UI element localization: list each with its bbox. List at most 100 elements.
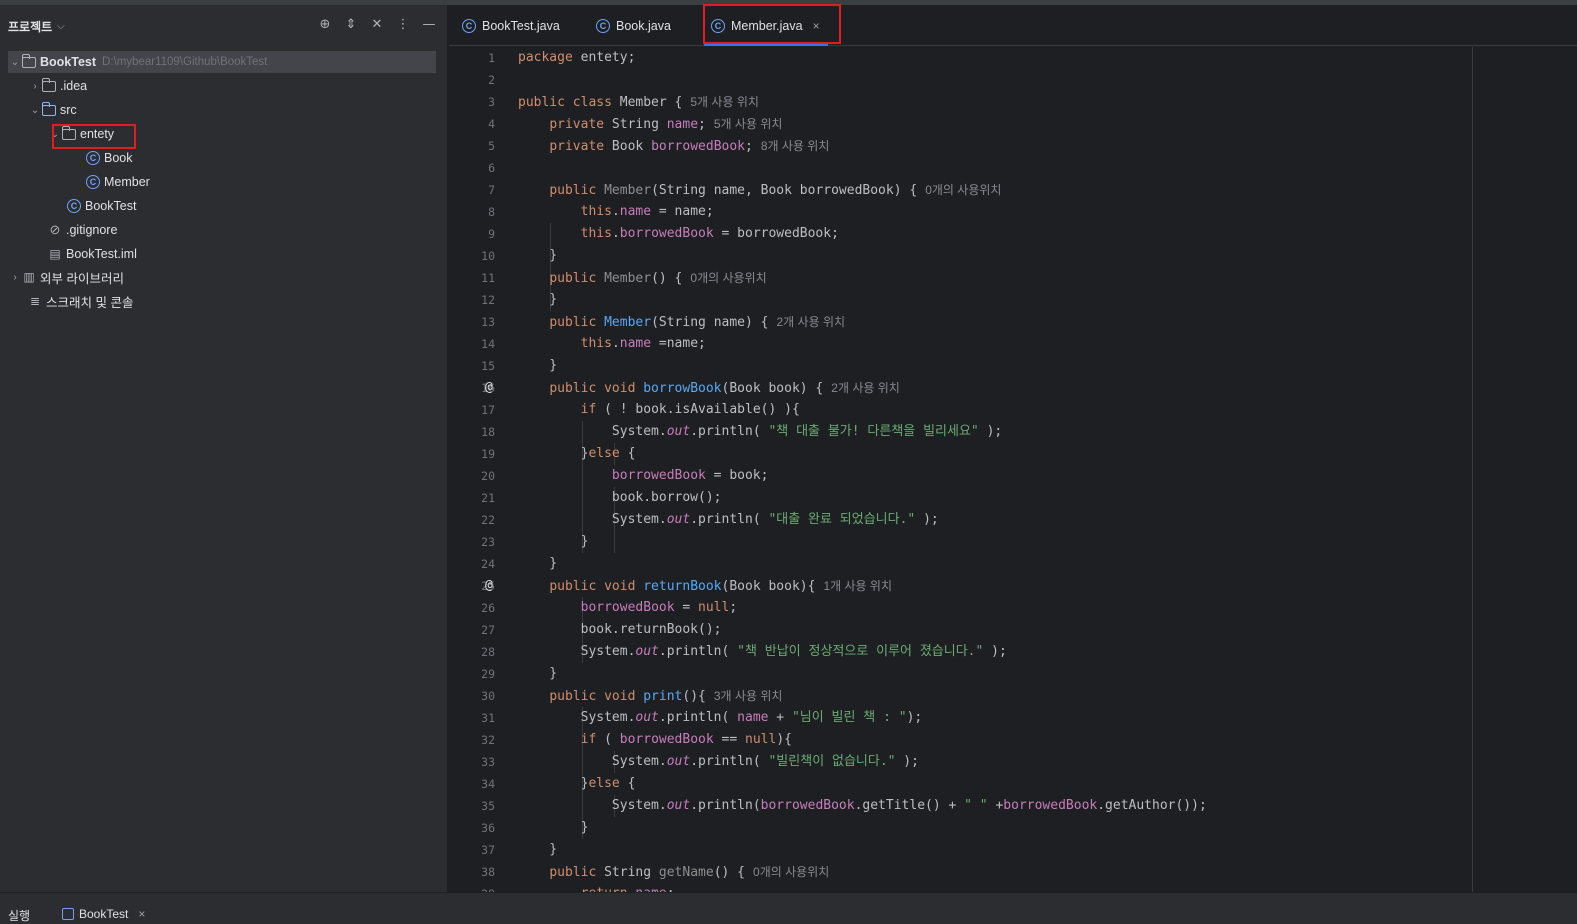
expand-icon[interactable]: ⇕ (343, 17, 359, 33)
tree-item-label: 스크래치 및 콘솔 (46, 295, 134, 310)
line-number: 15 (481, 359, 495, 373)
tree-item-booktest-class[interactable]: C BookTest (67, 195, 136, 217)
line-number: 13 (481, 315, 495, 329)
target-icon[interactable]: ⊕ (317, 17, 333, 33)
more-icon[interactable]: ⋮ (395, 17, 411, 33)
line-number: 29 (481, 667, 495, 681)
line-number: 11 (481, 271, 495, 285)
chevron-right-icon[interactable]: › (28, 81, 42, 92)
code-line: borrowedBook = null; (580, 600, 738, 615)
tree-item-idea[interactable]: › .idea (28, 75, 87, 97)
usage-hint[interactable]: 0개의 사용위치 (753, 865, 829, 879)
code-line: } (518, 358, 558, 373)
highlight-box (703, 4, 841, 44)
usage-hint[interactable]: 3개 사용 위치 (714, 689, 783, 703)
code-line: } (518, 666, 558, 681)
line-number: 37 (481, 843, 495, 857)
code-line: public void borrowBook(Book book) {2개 사용… (549, 381, 900, 396)
usage-hint[interactable]: 2개 사용 위치 (776, 315, 845, 329)
usage-hint[interactable]: 2개 사용 위치 (831, 381, 900, 395)
usage-hint[interactable]: 8개 사용 위치 (761, 139, 830, 153)
line-number: 19 (481, 447, 495, 461)
code-line: } (518, 556, 558, 571)
tree-item-book[interactable]: C Book (86, 147, 133, 169)
code-line: this.borrowedBook = borrowedBook; (580, 226, 839, 241)
usage-hint[interactable]: 5개 사용 위치 (690, 95, 759, 109)
highlight-box (52, 124, 136, 149)
tree-item-gitignore[interactable]: ⊘ .gitignore (48, 219, 118, 241)
class-icon: C (462, 18, 476, 33)
line-number: 21 (481, 491, 495, 505)
minimize-icon[interactable]: — (421, 17, 437, 33)
usage-hint[interactable]: 0개의 사용위치 (690, 271, 766, 285)
code-line: return name; (518, 883, 675, 892)
tree-item-scratches[interactable]: ≣ 스크래치 및 콘솔 (28, 290, 133, 312)
override-marker-icon[interactable]: @ (485, 377, 493, 399)
code-line: public void returnBook(Book book){1개 사용 … (549, 579, 892, 594)
class-icon: C (86, 151, 100, 165)
tree-item-label: Member (104, 175, 150, 189)
module-icon: ▤ (49, 247, 61, 261)
tab-booktest-java[interactable]: C BookTest.java (462, 5, 560, 46)
line-number: 22 (481, 513, 495, 527)
tree-item-label: .gitignore (66, 223, 118, 237)
run-tab-booktest[interactable]: BookTest × (62, 907, 145, 921)
tree-item-src[interactable]: ⌄ src (28, 99, 77, 121)
run-tab-label: BookTest (79, 907, 129, 921)
code-line: System.out.println( "빌린책이 없습니다." ); (518, 754, 919, 769)
tree-item-member[interactable]: C Member (86, 171, 150, 193)
code-line: if ( ! book.isAvailable() ){ (580, 402, 800, 417)
line-number: 38 (481, 865, 495, 879)
code-line: public void print(){3개 사용 위치 (549, 689, 783, 704)
line-number: 14 (481, 337, 495, 351)
main-class-icon: C (67, 199, 81, 213)
tab-label: Book.java (616, 18, 671, 33)
collapse-icon[interactable]: ✕ (369, 17, 385, 33)
usage-hint[interactable]: 5개 사용 위치 (714, 117, 783, 131)
line-number: 32 (481, 733, 495, 747)
code-line: package entety; (518, 50, 636, 65)
ignore-icon: ⊘ (49, 222, 61, 237)
tab-label: BookTest.java (482, 18, 560, 33)
code-editor[interactable]: package entety; public class Member {5개 … (518, 47, 1518, 892)
tab-book-java[interactable]: C Book.java (596, 5, 671, 46)
editor-area: C BookTest.java C Book.java C Member.jav… (449, 4, 1577, 901)
chevron-right-icon[interactable]: › (8, 272, 22, 283)
project-panel-title[interactable]: 프로젝트 (8, 18, 52, 35)
line-number: 35 (481, 799, 495, 813)
code-line: System.out.println(borrowedBook.getTitle… (518, 798, 1207, 813)
project-panel-toolbar: ⊕ ⇕ ✕ ⋮ — (317, 17, 437, 33)
folder-icon (21, 53, 36, 69)
code-line: public String getName() {0개의 사용위치 (549, 865, 830, 880)
tree-item-iml[interactable]: ▤ BookTest.iml (48, 243, 137, 265)
chevron-down-icon[interactable]: ⌵ (57, 21, 65, 32)
code-line: private Book borrowedBook; 8개 사용 위치 (549, 139, 830, 154)
usage-hint[interactable]: 0개의 사용위치 (925, 183, 1001, 197)
override-marker-icon[interactable]: @ (485, 575, 493, 597)
usage-hint[interactable]: 1개 사용 위치 (823, 579, 892, 593)
scratch-icon: ≣ (29, 294, 41, 308)
code-line: book.borrow(); (518, 490, 722, 505)
chevron-down-icon[interactable]: ⌄ (28, 105, 42, 116)
code-line: }else { (518, 446, 636, 461)
code-line: public class Member {5개 사용 위치 (518, 95, 759, 110)
folder-icon (41, 77, 56, 93)
line-number: 5 (488, 139, 495, 153)
class-icon: C (86, 175, 100, 189)
run-panel-title[interactable]: 실행 (8, 907, 30, 924)
code-line: public Member() {0개의 사용위치 (549, 271, 767, 286)
string-literal: "책 반납이 정상적으로 이루어 졌습니다." (737, 644, 984, 659)
line-number: 24 (481, 557, 495, 571)
tree-item-path: D:\mybear1109\Github\BookTest (102, 56, 268, 68)
line-number: 33 (481, 755, 495, 769)
line-number: 34 (481, 777, 495, 791)
code-line: } (518, 820, 589, 835)
line-number: 4 (488, 117, 495, 131)
chevron-down-icon[interactable]: ⌄ (8, 57, 22, 68)
line-number: 3 (488, 95, 495, 109)
line-number: 28 (481, 645, 495, 659)
tree-item-booktest-root[interactable]: ⌄ BookTest D:\mybear1109\Github\BookTest (8, 51, 436, 73)
close-icon[interactable]: × (138, 907, 145, 921)
code-line: } (518, 292, 558, 307)
tree-item-external-libraries[interactable]: › ▥ 외부 라이브러리 (8, 266, 124, 288)
